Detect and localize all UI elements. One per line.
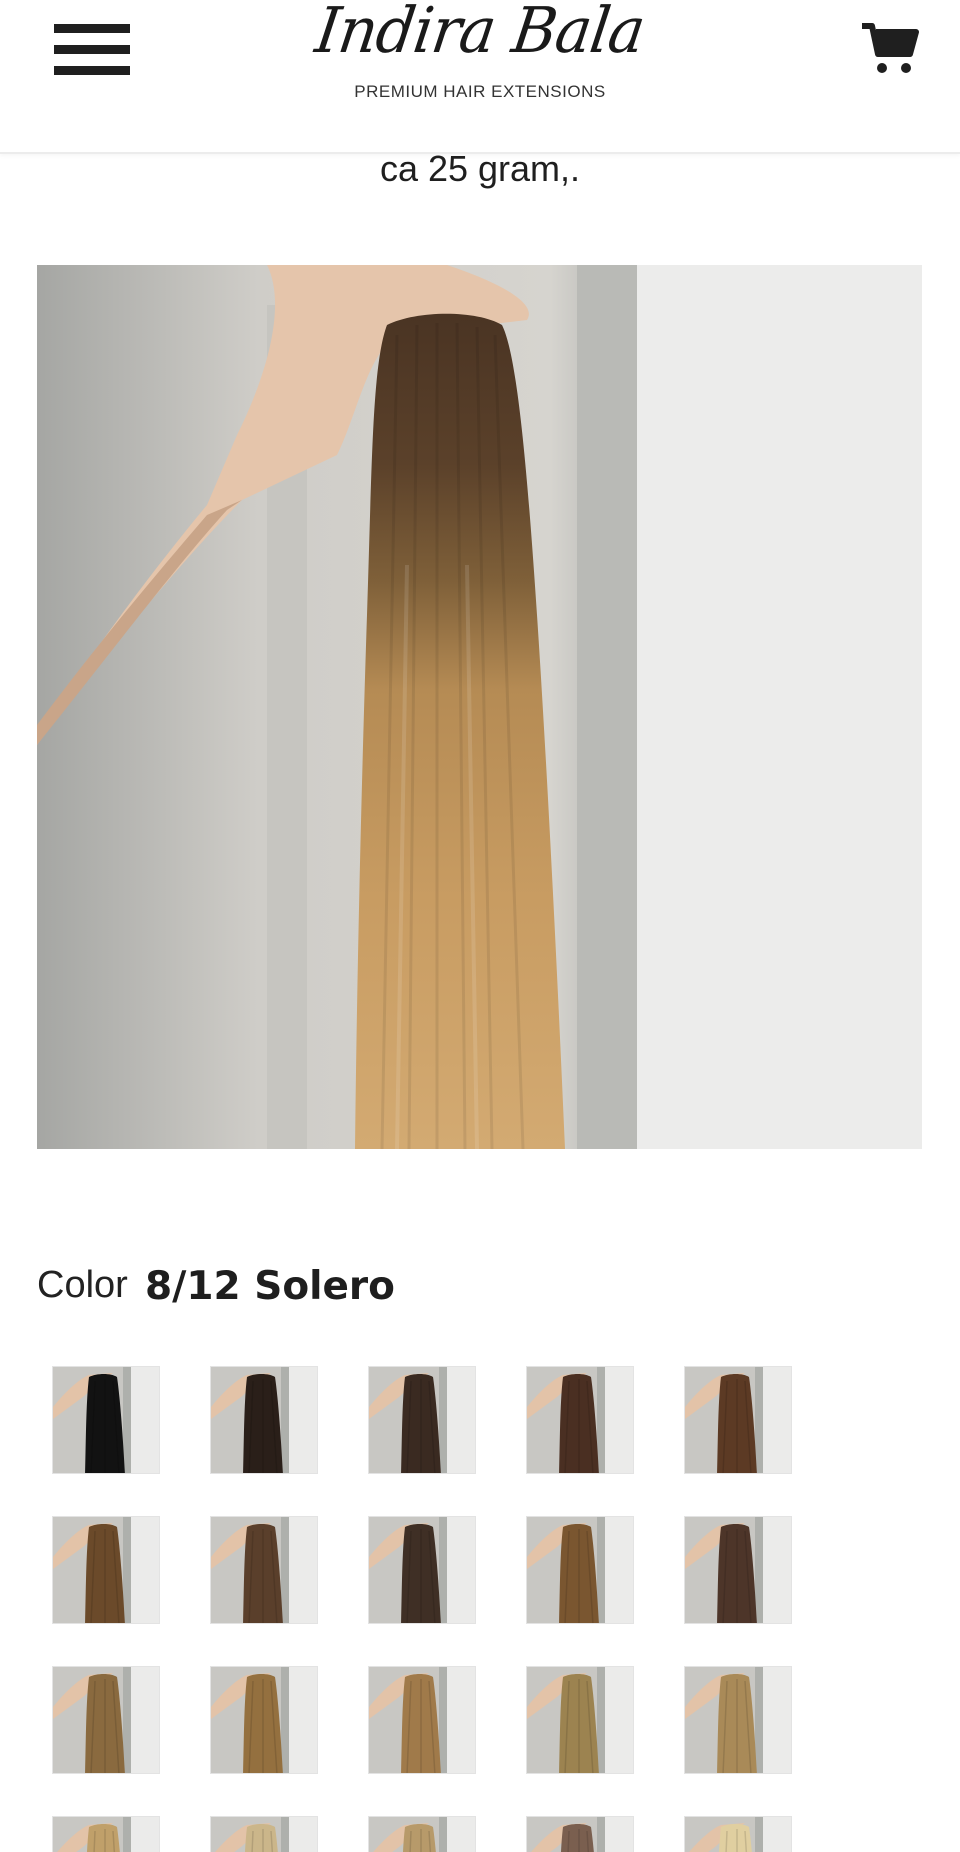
menu-bar [54,24,130,33]
product-weight-text: ca 25 gram,. [379,148,581,189]
color-swatch[interactable] [368,1666,476,1774]
menu-bar [54,66,130,75]
color-swatch[interactable] [210,1366,318,1474]
color-swatch[interactable] [210,1666,318,1774]
shopping-cart-icon[interactable] [860,20,920,76]
product-main-image[interactable] [37,265,922,1149]
brand-logo[interactable]: Indira Bala PREMIUM HAIR EXTENSIONS [300,0,660,110]
color-label: Color [37,1264,128,1306]
hamburger-menu-icon[interactable] [54,24,130,76]
logo-script-text: Indira Bala [311,0,649,68]
color-swatch[interactable] [368,1366,476,1474]
color-swatch[interactable] [526,1516,634,1624]
color-swatch[interactable] [210,1816,318,1852]
selected-color-value: 8/12 Solero [145,1264,395,1309]
color-swatch[interactable] [526,1816,634,1852]
color-swatch[interactable] [52,1516,160,1624]
color-swatch[interactable] [52,1666,160,1774]
color-swatch[interactable] [368,1516,476,1624]
site-header: Indira Bala PREMIUM HAIR EXTENSIONS [0,0,960,154]
color-swatch[interactable] [210,1516,318,1624]
color-swatch[interactable] [684,1366,792,1474]
color-swatch[interactable] [526,1666,634,1774]
color-swatch[interactable] [684,1516,792,1624]
color-swatch[interactable] [52,1366,160,1474]
color-swatch[interactable] [526,1366,634,1474]
logo-tagline: PREMIUM HAIR EXTENSIONS [354,82,606,101]
color-swatch[interactable] [368,1816,476,1852]
menu-bar [54,45,130,54]
color-swatch[interactable] [52,1816,160,1852]
color-swatch[interactable] [684,1816,792,1852]
color-swatch[interactable] [684,1666,792,1774]
